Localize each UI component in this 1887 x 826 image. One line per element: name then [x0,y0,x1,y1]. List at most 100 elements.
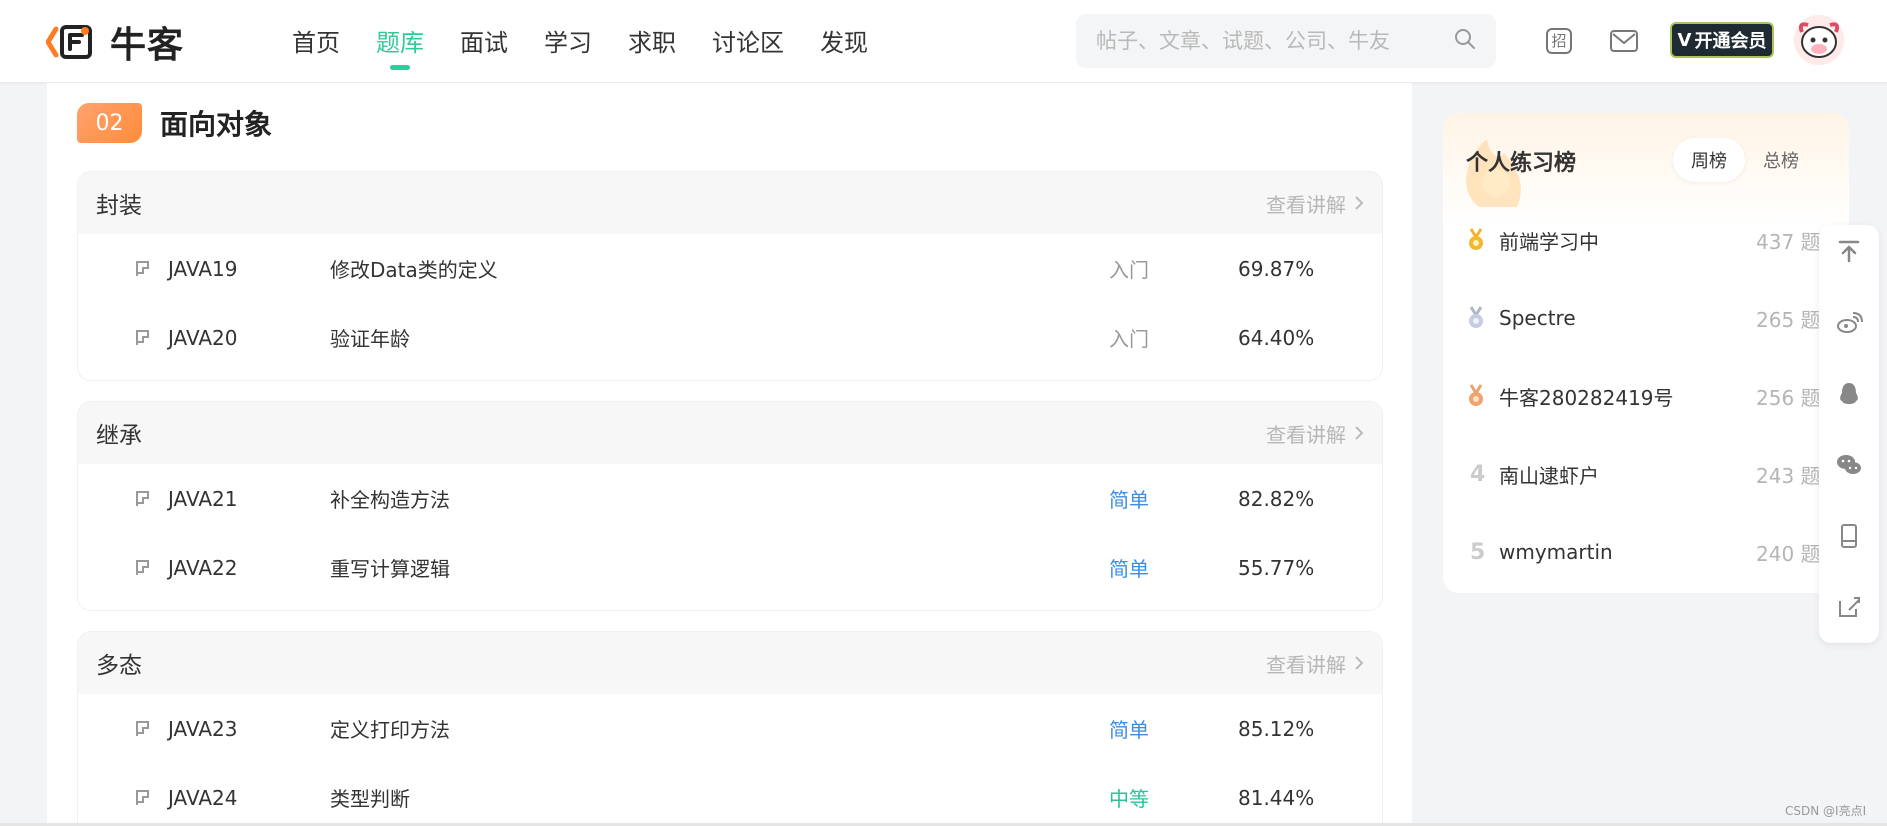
nav-interview[interactable]: 面试 [442,22,526,70]
group-title: 封装 [96,193,142,219]
chevron-right-icon [1355,656,1364,670]
main-nav: 首页 题库 面试 学习 求职 讨论区 发现 [274,22,886,70]
question-row[interactable]: JAVA20 验证年龄 入门 64.40% [78,303,1382,372]
view-explanation-link[interactable]: 查看讲解 [1266,649,1364,678]
vip-button[interactable]: V 开通会员 [1670,22,1774,58]
ranking-score: 243 题 [1756,463,1821,488]
ranking-number: 5 [1470,539,1486,565]
edit-icon[interactable] [1835,593,1863,621]
group-title: 多态 [96,653,142,679]
chevron-right-icon [1355,426,1364,440]
question-icon [136,720,149,736]
nav-learning[interactable]: 学习 [526,22,610,70]
ranking-user-name[interactable]: wmymartin [1499,540,1613,564]
ranking-tabs: 周榜 总榜 [1673,137,1843,183]
question-icon [136,559,149,575]
nav-discussion[interactable]: 讨论区 [694,22,802,70]
ranking-score: 256 题 [1756,385,1821,410]
difficulty-label: 入门 [1109,327,1149,351]
vip-badge: V [1677,29,1692,51]
pass-rate: 55.77% [1238,555,1315,580]
question-row[interactable]: JAVA23 定义打印方法 简单 85.12% [78,694,1382,763]
view-explanation-link[interactable]: 查看讲解 [1266,189,1364,218]
difficulty-label: 入门 [1109,258,1149,282]
question-code: JAVA22 [168,555,238,580]
question-icon [136,490,149,506]
pass-rate: 81.44% [1238,785,1315,810]
section-header: 02 面向对象 [77,103,272,143]
back-to-top-icon[interactable] [1835,238,1863,266]
topic-group-inheritance: 继承 查看讲解 JAVA21 补全构造方法 简单 82.82% JAVA22 重… [77,401,1383,611]
question-row[interactable]: JAVA22 重写计算逻辑 简单 55.77% [78,533,1382,602]
gold-medal-icon [1469,228,1483,250]
recruit-icon[interactable]: 招 [1542,24,1576,58]
wechat-icon[interactable] [1835,451,1863,479]
question-row[interactable]: JAVA19 修改Data类的定义 入门 69.87% [78,234,1382,303]
ranking-item[interactable]: 牛客280282419号 256 题 [1443,357,1849,435]
question-code: JAVA24 [168,785,238,810]
top-navigation: 牛客 首页 题库 面试 学习 求职 讨论区 发现 招 V 开通会员 [0,0,1887,83]
search-icon[interactable] [1454,28,1476,54]
pass-rate: 64.40% [1238,325,1315,350]
group-header: 多态 查看讲解 [78,632,1382,694]
question-title[interactable]: 定义打印方法 [330,714,450,743]
question-title[interactable]: 修改Data类的定义 [330,254,498,283]
question-code: JAVA23 [168,716,238,741]
tab-weekly[interactable]: 周榜 [1673,138,1745,182]
question-icon [136,260,149,276]
tab-total[interactable]: 总榜 [1745,138,1817,182]
practice-ranking-panel: 个人练习榜 周榜 总榜 前端学习中 437 题 Spectre 265 题 牛客… [1443,113,1849,593]
search-input[interactable] [1096,29,1454,53]
pass-rate: 85.12% [1238,716,1315,741]
pass-rate: 69.87% [1238,256,1315,281]
ranking-item[interactable]: 4 南山逮虾户 243 题 [1443,435,1849,513]
question-code: JAVA21 [168,486,238,511]
avatar[interactable] [1794,15,1844,65]
question-row[interactable]: JAVA24 类型判断 中等 81.44% [78,763,1382,826]
ranking-item[interactable]: Spectre 265 题 [1443,279,1849,357]
mail-icon[interactable] [1607,24,1641,58]
watermark: CSDN @I亮点I [1785,804,1867,818]
difficulty-label: 简单 [1109,488,1149,512]
nav-home[interactable]: 首页 [274,22,358,70]
chevron-right-icon [1355,196,1364,210]
ranking-user-name[interactable]: Spectre [1499,306,1576,330]
ranking-score: 437 题 [1756,229,1821,254]
view-explanation-label: 查看讲解 [1266,422,1346,447]
question-title[interactable]: 类型判断 [330,783,410,812]
search-box[interactable] [1076,14,1496,68]
section-title: 面向对象 [160,108,273,141]
question-row[interactable]: JAVA21 补全构造方法 简单 82.82% [78,464,1382,533]
difficulty-label: 简单 [1109,718,1149,742]
ranking-user-name[interactable]: 牛客280282419号 [1499,382,1674,411]
qq-icon[interactable] [1835,380,1863,408]
nav-question-bank[interactable]: 题库 [358,22,442,70]
difficulty-label: 中等 [1109,787,1149,811]
nav-discover[interactable]: 发现 [802,22,886,70]
phone-icon[interactable] [1835,522,1863,550]
question-icon [136,329,149,345]
question-title[interactable]: 验证年龄 [330,323,410,352]
floating-toolbar [1819,225,1879,643]
difficulty-label: 简单 [1109,557,1149,581]
weibo-icon[interactable] [1835,309,1863,337]
view-explanation-label: 查看讲解 [1266,652,1346,677]
logo-text: 牛客 [110,25,185,66]
question-title[interactable]: 重写计算逻辑 [330,553,450,582]
question-title[interactable]: 补全构造方法 [330,484,450,513]
section-number: 02 [77,103,142,143]
view-explanation-link[interactable]: 查看讲解 [1266,419,1364,448]
svg-text:招: 招 [1551,32,1566,50]
ranking-title: 个人练习榜 [1466,151,1577,176]
ranking-item[interactable]: 前端学习中 437 题 [1443,201,1849,279]
vip-label: 开通会员 [1694,31,1767,52]
ranking-user-name[interactable]: 前端学习中 [1499,226,1599,255]
logo[interactable]: 牛客 [45,18,186,66]
ranking-item[interactable]: 5 wmymartin 240 题 [1443,513,1849,591]
bronze-medal-icon [1469,384,1483,406]
logo-mark [45,21,102,63]
topic-group-encapsulation: 封装 查看讲解 JAVA19 修改Data类的定义 入门 69.87% JAVA… [77,171,1383,381]
ranking-number: 4 [1470,461,1486,487]
ranking-user-name[interactable]: 南山逮虾户 [1499,460,1599,489]
nav-jobs[interactable]: 求职 [610,22,694,70]
